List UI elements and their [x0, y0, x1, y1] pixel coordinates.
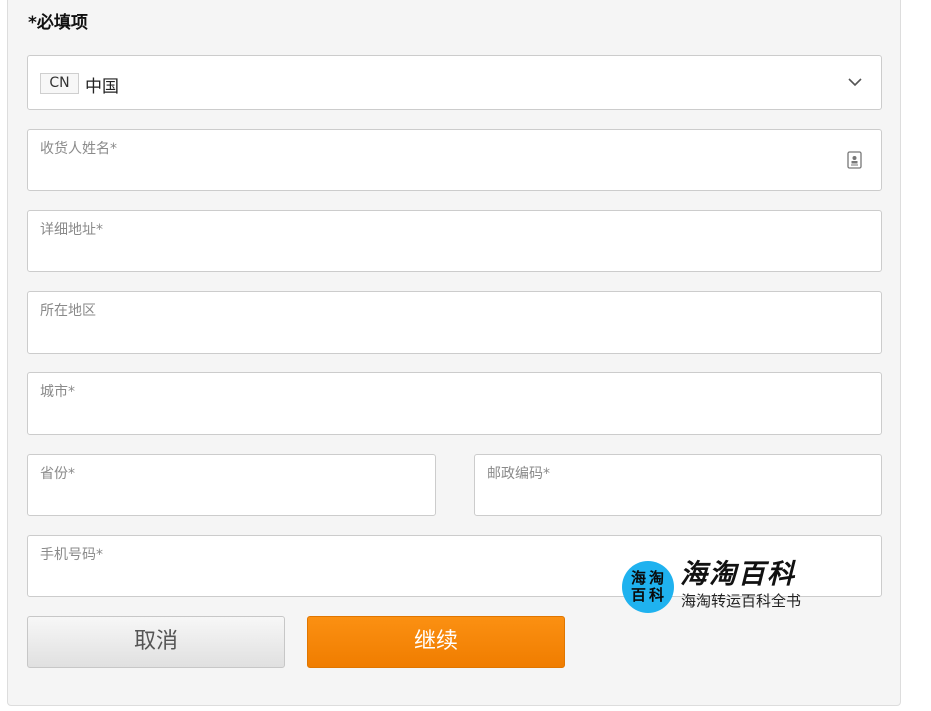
province-label: 省份* — [40, 466, 75, 482]
cancel-button[interactable]: 取消 — [27, 616, 285, 668]
watermark-badge-char: 百 — [631, 586, 647, 604]
postal-code-label: 邮政编码* — [487, 466, 550, 482]
city-field[interactable]: 城市* — [27, 372, 882, 435]
country-select[interactable]: CN 中国 — [27, 55, 882, 110]
country-name: 中国 — [85, 77, 119, 97]
phone-label: 手机号码* — [40, 547, 103, 563]
region-input[interactable] — [40, 322, 833, 344]
city-input[interactable] — [40, 403, 833, 425]
province-field[interactable]: 省份* — [27, 454, 436, 516]
address-input[interactable] — [40, 241, 833, 263]
required-fields-note: *必填项 — [28, 13, 88, 33]
region-label: 所在地区 — [40, 303, 96, 319]
watermark-badge-char: 海 — [631, 569, 647, 587]
postal-code-field[interactable]: 邮政编码* — [474, 454, 882, 516]
watermark-subtitle: 海淘转运百科全书 — [681, 592, 802, 610]
province-input[interactable] — [40, 485, 387, 507]
recipient-name-label: 收货人姓名* — [40, 141, 117, 157]
chevron-down-icon — [848, 78, 862, 87]
watermark-badge-char: 淘 — [649, 569, 665, 587]
contact-card-icon[interactable] — [847, 151, 862, 169]
watermark-badge: 海 淘 百 科 — [622, 561, 674, 613]
watermark-title: 海淘百科 — [680, 559, 796, 590]
city-label: 城市* — [40, 384, 75, 400]
recipient-name-field[interactable]: 收货人姓名* — [27, 129, 882, 191]
recipient-name-input[interactable] — [40, 160, 833, 182]
country-code-badge: CN — [40, 73, 79, 94]
watermark-badge-char: 科 — [649, 586, 665, 604]
watermark-logo: 海 淘 百 科 海淘百科 海淘转运百科全书 — [622, 559, 822, 615]
address-field[interactable]: 详细地址* — [27, 210, 882, 272]
continue-button[interactable]: 继续 — [307, 616, 565, 668]
postal-code-input[interactable] — [487, 485, 833, 507]
region-field[interactable]: 所在地区 — [27, 291, 882, 354]
address-label: 详细地址* — [40, 222, 103, 238]
